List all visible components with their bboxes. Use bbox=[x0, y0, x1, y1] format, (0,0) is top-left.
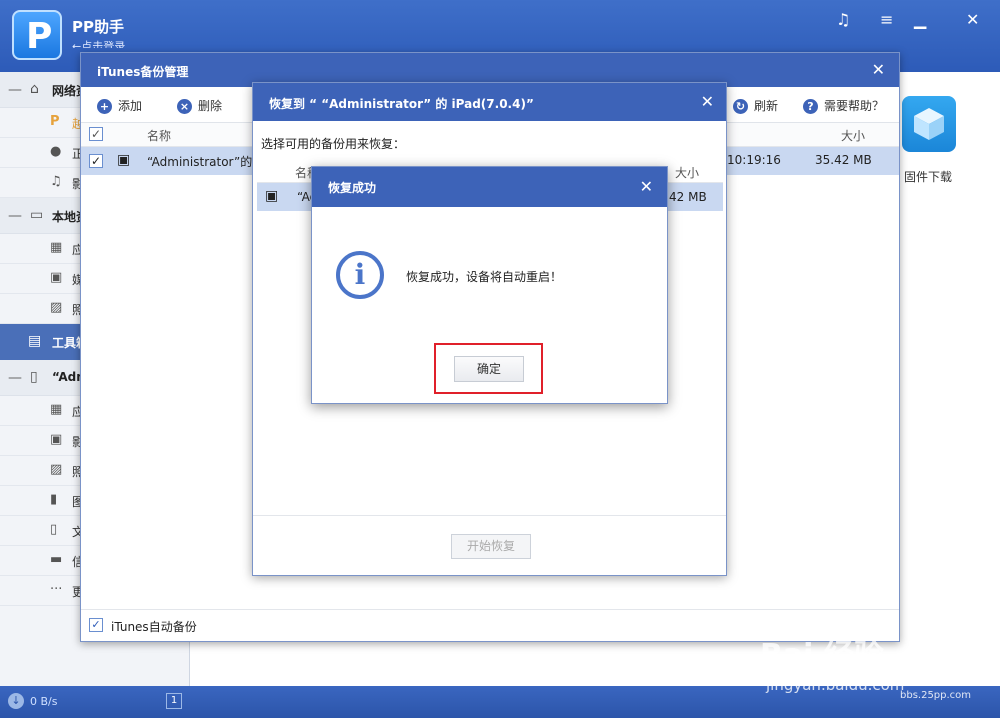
column-size[interactable]: 大小 bbox=[841, 127, 865, 144]
watermark-site: jingyan.baidu.com bbox=[766, 676, 905, 694]
app-logo: P bbox=[12, 10, 62, 60]
image-icon: ▨ bbox=[50, 300, 63, 315]
login-link[interactable]: ←点击登录 bbox=[72, 38, 125, 48]
auto-backup-label: iTunes自动备份 bbox=[111, 620, 197, 634]
backup-time: 10:19:16 bbox=[727, 153, 781, 167]
start-restore-button[interactable]: 开始恢复 bbox=[451, 534, 531, 559]
restore-dialog-titlebar: 恢复到 “ “Administrator” 的 iPad(7.0.4)” ✕ bbox=[253, 83, 726, 121]
backup-size: 35.42 MB bbox=[815, 153, 872, 167]
column-name[interactable]: 名称 bbox=[147, 127, 171, 144]
plus-icon: + bbox=[97, 99, 112, 114]
help-button[interactable]: ? 需要帮助？ bbox=[803, 97, 884, 114]
file-icon: ▯ bbox=[50, 522, 58, 537]
monitor-icon: ▭ bbox=[30, 207, 44, 223]
firmware-download-label[interactable]: 固件下载 bbox=[904, 168, 952, 185]
delete-icon: × bbox=[177, 99, 192, 114]
book-icon: ▮ bbox=[50, 492, 58, 507]
itunes-window-title: iTunes备份管理 bbox=[97, 65, 189, 79]
close-icon[interactable]: ✕ bbox=[872, 60, 885, 79]
refresh-icon: ↻ bbox=[733, 99, 748, 114]
download-icon[interactable]: ↓ bbox=[8, 693, 24, 709]
grid-icon: ▦ bbox=[50, 240, 63, 255]
add-button[interactable]: + 添加 bbox=[97, 97, 142, 114]
menu-icon[interactable]: ≡ bbox=[880, 10, 893, 29]
close-icon[interactable]: ✕ bbox=[701, 92, 714, 111]
music-icon[interactable]: ♫ bbox=[836, 10, 850, 29]
grid-icon: ▦ bbox=[50, 402, 63, 417]
delete-button[interactable]: × 删除 bbox=[177, 97, 222, 114]
more-icon: ··· bbox=[50, 582, 63, 597]
refresh-button[interactable]: ↻ 刷新 bbox=[733, 97, 778, 114]
divider bbox=[253, 515, 726, 516]
apple-icon: ● bbox=[50, 144, 62, 159]
firmware-download-icon[interactable] bbox=[902, 96, 956, 152]
select-all-checkbox[interactable]: ✓ bbox=[89, 127, 103, 141]
success-dialog-titlebar: 恢复成功 ✕ bbox=[312, 167, 667, 207]
image-icon: ▨ bbox=[50, 462, 63, 477]
pp-icon: P bbox=[50, 114, 60, 129]
watermark-bbs: bbs.25pp.com bbox=[900, 690, 972, 701]
backup-name: “Administrator”的 bbox=[147, 155, 253, 169]
restore-dialog-title: 恢复到 “ “Administrator” 的 iPad(7.0.4)” bbox=[269, 97, 534, 111]
auto-backup-checkbox[interactable]: ✓ bbox=[89, 618, 103, 632]
restore-success-dialog: 恢复成功 ✕ i 恢复成功，设备将自动重启！ 确定 bbox=[311, 166, 668, 404]
video-icon: ▣ bbox=[50, 432, 63, 447]
backup-file-icon: ▣ bbox=[117, 152, 131, 168]
backup-file-icon: ▣ bbox=[265, 188, 279, 204]
restore-hint: 选择可用的备份用来恢复： bbox=[261, 137, 406, 151]
home-icon: ⌂ bbox=[30, 81, 39, 97]
success-dialog-title: 恢复成功 bbox=[328, 181, 377, 195]
info-icon: i bbox=[336, 251, 384, 299]
ipad-icon: ▯ bbox=[30, 369, 38, 385]
close-icon[interactable]: ✕ bbox=[640, 177, 653, 196]
watermark-logo: Bai 经验 bbox=[760, 638, 884, 673]
minimize-icon[interactable]: ▁ bbox=[914, 10, 926, 29]
help-icon: ? bbox=[803, 99, 818, 114]
ok-button[interactable]: 确定 bbox=[454, 356, 524, 382]
success-message: 恢复成功，设备将自动重启！ bbox=[406, 270, 563, 284]
video-icon: ▣ bbox=[50, 270, 63, 285]
task-count-badge[interactable]: 1 bbox=[166, 693, 182, 709]
app-title: PP助手 bbox=[72, 18, 124, 36]
download-speed: 0 B/s bbox=[30, 695, 58, 708]
backup-size: 42 MB bbox=[669, 190, 707, 204]
music-note-icon: ♫ bbox=[50, 174, 62, 189]
column-size[interactable]: 大小 bbox=[675, 164, 699, 181]
row-checkbox[interactable]: ✓ bbox=[89, 154, 103, 168]
toolbox-icon: ▤ bbox=[28, 333, 42, 349]
message-icon: ▬ bbox=[50, 552, 63, 567]
close-icon[interactable]: ✕ bbox=[966, 10, 979, 29]
